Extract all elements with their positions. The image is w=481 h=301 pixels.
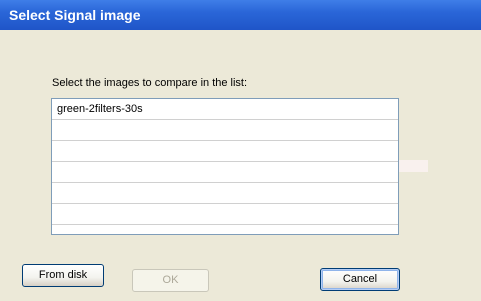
image-listbox[interactable]: green-2filters-30s: [51, 98, 399, 235]
instruction-label: Select the images to compare in the list…: [52, 77, 248, 89]
from-disk-button[interactable]: From disk: [22, 264, 104, 287]
list-item[interactable]: green-2filters-30s: [52, 99, 398, 120]
cancel-button[interactable]: Cancel: [320, 268, 400, 291]
dialog-title: Select Signal image: [9, 7, 141, 23]
list-item[interactable]: [52, 141, 398, 162]
list-item[interactable]: [52, 204, 398, 225]
list-item[interactable]: [52, 162, 398, 183]
list-item[interactable]: [52, 120, 398, 141]
ok-button[interactable]: OK: [132, 269, 209, 292]
dialog-title-bar[interactable]: Select Signal image: [0, 0, 481, 30]
dialog-body: Select the images to compare in the list…: [0, 30, 481, 301]
select-signal-image-dialog: Select Signal image Select the images to…: [0, 0, 481, 301]
list-item[interactable]: [52, 183, 398, 204]
